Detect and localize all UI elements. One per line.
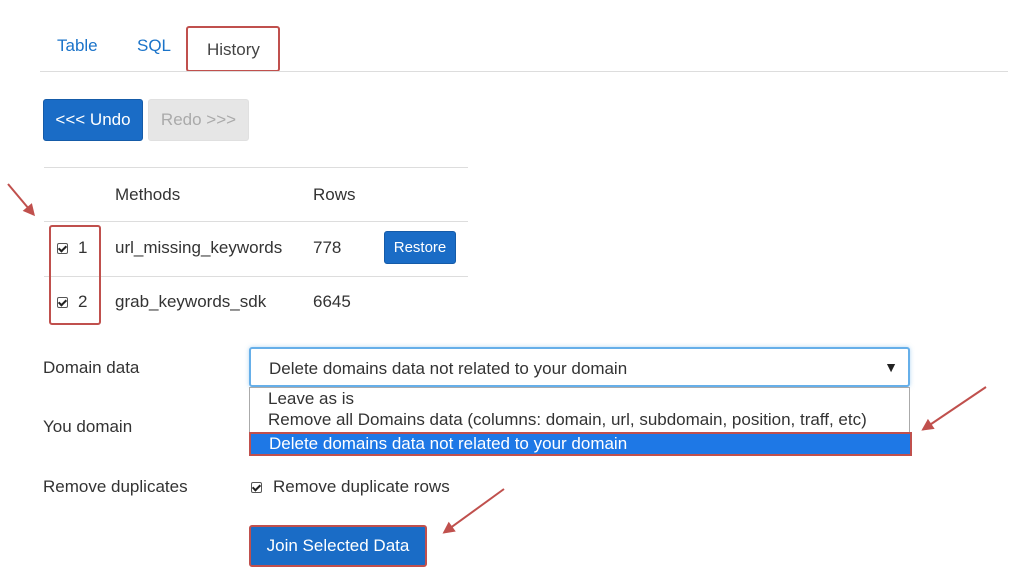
row-1-rows: 778 — [313, 238, 342, 257]
option-remove-all[interactable]: Remove all Domains data (columns: domain… — [268, 410, 867, 430]
tab-history[interactable]: History — [186, 26, 280, 72]
row-1-method: url_missing_keywords — [115, 238, 283, 257]
undo-button[interactable]: <<< Undo — [43, 99, 143, 141]
row-2-rows: 6645 — [313, 292, 351, 311]
annotation-arrow — [922, 386, 987, 431]
annotation-arrow — [7, 183, 35, 216]
header-rows: Rows — [313, 185, 356, 204]
tab-history-label: History — [207, 40, 260, 59]
domain-data-label: Domain data — [43, 358, 140, 377]
tab-sql[interactable]: SQL — [137, 36, 171, 56]
remove-duplicates-checkbox-label: Remove duplicate rows — [273, 477, 450, 496]
option-delete-not-related[interactable]: Delete domains data not related to your … — [249, 432, 912, 456]
domain-data-selected-value: Delete domains data not related to your … — [269, 359, 628, 378]
table-top-border — [44, 167, 468, 168]
option-leave-as-is[interactable]: Leave as is — [268, 389, 354, 409]
option-delete-not-related-label: Delete domains data not related to your … — [269, 434, 628, 453]
table-header-border — [44, 221, 468, 222]
join-selected-data-button[interactable]: Join Selected Data — [249, 525, 427, 567]
restore-button[interactable]: Restore — [384, 231, 456, 264]
tab-divider — [40, 71, 1008, 72]
tab-table[interactable]: Table — [57, 36, 98, 56]
remove-duplicates-checkbox[interactable] — [251, 482, 262, 493]
checkbox-highlight — [49, 225, 101, 325]
table-row-border — [44, 276, 468, 277]
dropdown-caret-icon: ▼ — [884, 359, 898, 375]
header-methods: Methods — [115, 185, 181, 204]
annotation-arrow — [443, 488, 505, 534]
domain-data-select[interactable]: Delete domains data not related to your … — [249, 347, 910, 387]
redo-button[interactable]: Redo >>> — [148, 99, 249, 141]
you-domain-label: You domain — [43, 417, 133, 436]
row-2-method: grab_keywords_sdk — [115, 292, 267, 311]
remove-duplicates-label: Remove duplicates — [43, 477, 188, 496]
